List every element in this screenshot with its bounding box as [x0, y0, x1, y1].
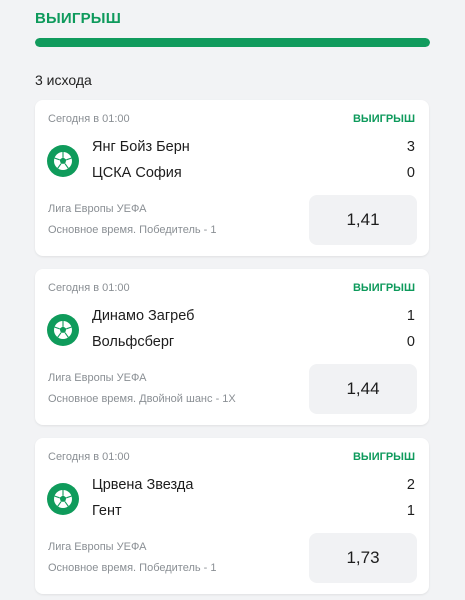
odds-value[interactable]: 1,41	[309, 195, 417, 245]
league-name: Лига Европы УЕФА	[48, 203, 147, 215]
team-away: Вольфсберг	[92, 334, 175, 350]
odds-value[interactable]: 1,44	[309, 364, 417, 414]
bet-card[interactable]: Сегодня в 01:00 ВЫИГРЫШ Янг Бойз Берн 3 …	[35, 100, 429, 256]
page-title: ВЫИГРЫШ	[35, 10, 121, 27]
soccer-ball-icon	[47, 314, 79, 346]
score-home: 1	[406, 308, 415, 324]
league-name: Лига Европы УЕФА	[48, 541, 147, 553]
bet-status: ВЫИГРЫШ	[352, 282, 415, 294]
bet-market: Основное время. Победитель - 1	[48, 562, 217, 574]
soccer-ball-icon	[47, 483, 79, 515]
team-away: ЦСКА София	[92, 165, 182, 181]
bet-market: Основное время. Победитель - 1	[48, 224, 217, 236]
bet-status: ВЫИГРЫШ	[352, 113, 415, 125]
score-home: 3	[406, 139, 415, 155]
score-home: 2	[406, 477, 415, 493]
team-home: Янг Бойз Берн	[92, 139, 190, 155]
win-progress-fill	[35, 38, 430, 47]
match-date: Сегодня в 01:00	[48, 451, 130, 463]
win-progress-bar	[35, 38, 430, 47]
league-name: Лига Европы УЕФА	[48, 372, 147, 384]
score-away: 0	[406, 334, 415, 350]
team-away: Гент	[92, 503, 122, 519]
bet-status: ВЫИГРЫШ	[352, 451, 415, 463]
score-away: 0	[406, 165, 415, 181]
odds-value[interactable]: 1,73	[309, 533, 417, 583]
outcome-count: 3 исхода	[35, 72, 92, 88]
soccer-ball-icon	[47, 145, 79, 177]
bet-market: Основное время. Двойной шанс - 1Х	[48, 393, 236, 405]
bet-card[interactable]: Сегодня в 01:00 ВЫИГРЫШ Црвена Звезда 2 …	[35, 438, 429, 594]
team-home: Динамо Загреб	[92, 308, 195, 324]
score-away: 1	[406, 503, 415, 519]
match-date: Сегодня в 01:00	[48, 113, 130, 125]
team-home: Црвена Звезда	[92, 477, 194, 493]
bet-card[interactable]: Сегодня в 01:00 ВЫИГРЫШ Динамо Загреб 1 …	[35, 269, 429, 425]
match-date: Сегодня в 01:00	[48, 282, 130, 294]
